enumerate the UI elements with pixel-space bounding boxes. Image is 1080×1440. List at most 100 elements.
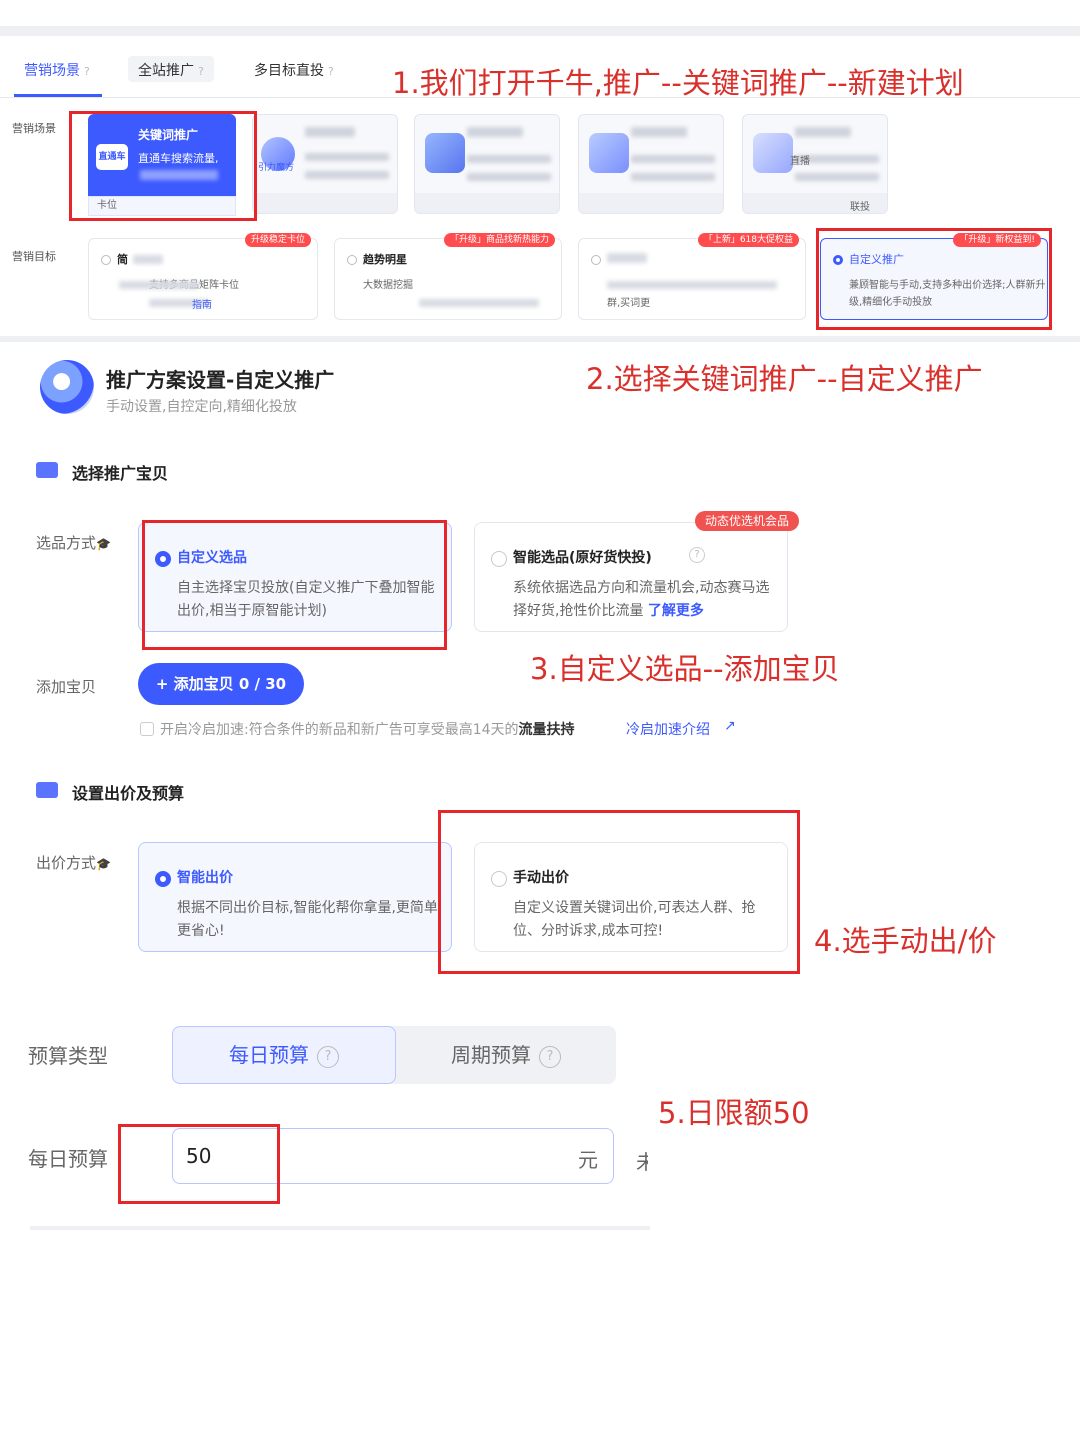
cold-start-link[interactable]: 冷启加速介绍 xyxy=(626,719,710,739)
scene-row-label: 营销场景 xyxy=(12,122,56,135)
radio-button[interactable] xyxy=(491,551,507,567)
hot-badge: 动态优选机会品 xyxy=(694,511,799,531)
field-label-text: 出价方式 xyxy=(36,854,97,872)
scene-card-footer xyxy=(253,193,397,213)
goal-title: 趋势明星 xyxy=(363,253,407,266)
page-title: 推广方案设置-自定义推广 xyxy=(106,368,335,392)
option-desc: 根据不同出价目标,智能化帮你拿量,更简单,更省心! xyxy=(177,900,443,939)
section-icon xyxy=(36,782,58,798)
goal-row-label: 营销目标 xyxy=(12,250,56,263)
help-icon: ? xyxy=(539,1045,561,1068)
goal-tag: 「上新」618大促权益 xyxy=(697,233,799,247)
segment-label: 每日预算 xyxy=(229,1043,309,1067)
radio-button[interactable] xyxy=(591,255,601,265)
option-desc-text: 系统依据选品方向和流量机会,动态赛马选择好货,抢性价比流量 xyxy=(513,580,770,619)
scene-card-footer xyxy=(415,193,559,213)
goal-tag: 升级稳定卡位 xyxy=(244,233,311,247)
tab-multi-goal[interactable]: 多目标直投? xyxy=(244,56,344,82)
grad-hat-icon: 🎓 xyxy=(96,857,111,871)
daily-budget-label: 每日预算 xyxy=(28,1147,108,1171)
radio-button[interactable] xyxy=(101,255,111,265)
external-link-icon[interactable]: ↗ xyxy=(724,718,736,734)
blurred-text xyxy=(631,127,687,137)
help-icon: ? xyxy=(317,1045,339,1068)
goal-card-3[interactable]: 群,买词更 「上新」618大促权益 xyxy=(578,233,806,320)
blurred-text xyxy=(305,171,389,179)
section-title: 设置出价及预算 xyxy=(72,784,185,803)
cold-start-desc: 开启冷启加速:符合条件的新品和新广告可享受最高14天的 xyxy=(160,722,519,738)
blurred-text xyxy=(119,281,199,289)
cold-start-checkbox[interactable] xyxy=(140,722,154,736)
blurred-text xyxy=(795,173,879,181)
tab-label: 全站推广 xyxy=(138,63,194,79)
highlight-box-step2 xyxy=(816,228,1052,330)
annotation-step5: 5.日限额50 xyxy=(658,1096,810,1130)
blurred-text xyxy=(419,299,539,307)
blurred-text xyxy=(607,253,647,263)
blurred-text xyxy=(631,155,715,163)
scene-icon xyxy=(753,133,793,173)
learn-more-link[interactable]: 了解更多 xyxy=(648,603,704,619)
annotation-step3: 3.自定义选品--添加宝贝 xyxy=(530,652,840,686)
highlight-box-step4 xyxy=(438,810,800,974)
blurred-text xyxy=(467,155,551,163)
page-subtitle: 手动设置,自控定向,精细化投放 xyxy=(106,399,297,415)
cold-start-bold: 流量扶持 xyxy=(518,722,575,738)
plan-logo-icon xyxy=(40,360,94,414)
blurred-text xyxy=(467,173,551,181)
section-title: 选择推广宝贝 xyxy=(72,464,169,483)
scene-card-footer xyxy=(579,193,723,213)
goal-title: 简 xyxy=(117,253,128,266)
highlight-box-step1 xyxy=(69,111,257,221)
radio-button[interactable] xyxy=(347,255,357,265)
blurred-text xyxy=(607,281,777,289)
field-label-text: 选品方式 xyxy=(36,534,97,552)
option-title: 智能选品(原好货快投) xyxy=(513,550,652,566)
cold-start-text: 开启冷启加速:符合条件的新品和新广告可享受最高14天的流量扶持 xyxy=(160,719,575,739)
option-title: 智能出价 xyxy=(177,870,233,886)
blurred-text xyxy=(305,153,389,161)
segment-label: 周期预算 xyxy=(451,1043,531,1067)
help-icon: ? xyxy=(328,65,334,78)
blurred-text xyxy=(795,127,851,137)
segment-daily-budget[interactable]: 每日预算? xyxy=(172,1026,396,1084)
annotation-step1: 1.我们打开千牛,推广--关键词推广--新建计划 xyxy=(392,66,964,100)
blurred-text xyxy=(133,255,163,264)
currency-unit: 元 xyxy=(578,1148,598,1172)
budget-type-label: 预算类型 xyxy=(28,1044,108,1068)
field-label: 选品方式🎓 xyxy=(36,532,111,553)
help-icon: ? xyxy=(84,65,90,78)
highlight-box-step5 xyxy=(118,1124,280,1204)
guide-link[interactable]: 指南 xyxy=(192,296,212,311)
goal-tag: 「升级」商品找新热能力 xyxy=(443,233,555,247)
option-smart-select[interactable]: 智能选品(原好货快投) ? 系统依据选品方向和流量机会,动态赛马选择好货,抢性价… xyxy=(474,511,799,632)
goal-desc: 群,买词更 xyxy=(607,298,651,309)
field-label: 出价方式🎓 xyxy=(36,852,111,873)
goal-desc: 大数据挖掘 xyxy=(363,280,413,291)
blurred-text xyxy=(631,173,715,181)
scene-card-4[interactable] xyxy=(578,114,724,214)
section-icon xyxy=(36,462,58,478)
blurred-text xyxy=(305,127,355,137)
scene-card-3[interactable] xyxy=(414,114,560,214)
help-icon: ? xyxy=(198,65,204,78)
add-item-button[interactable]: + 添加宝贝 0 / 30 xyxy=(138,663,304,705)
scene-card-subtitle: 直播 xyxy=(790,156,810,167)
blurred-text xyxy=(467,127,523,137)
tab-marketing-scene[interactable]: 营销场景? xyxy=(14,56,100,82)
help-icon[interactable]: ? xyxy=(689,547,705,563)
tab-site-wide-promo[interactable]: 全站推广? xyxy=(128,56,214,82)
highlight-box-step3 xyxy=(142,520,447,650)
section-divider xyxy=(0,336,1080,342)
option-smart-bid[interactable]: 智能出价 根据不同出价目标,智能化帮你拿量,更简单,更省心! xyxy=(138,842,452,952)
segment-period-budget[interactable]: 周期预算? xyxy=(396,1026,616,1084)
annotation-step2: 2.选择关键词推广--自定义推广 xyxy=(586,362,983,396)
top-divider xyxy=(0,26,1080,36)
radio-button-selected[interactable] xyxy=(155,871,171,887)
scene-card-footer-label: 联投 xyxy=(850,202,870,213)
goal-card-trend-star[interactable]: 趋势明星 大数据挖掘 「升级」商品找新热能力 xyxy=(334,233,562,320)
option-desc: 系统依据选品方向和流量机会,动态赛马选择好货,抢性价比流量 了解更多 xyxy=(513,577,779,623)
grad-hat-icon: 🎓 xyxy=(96,537,111,551)
bottom-divider xyxy=(30,1226,650,1230)
tab-label: 营销场景 xyxy=(24,63,80,79)
